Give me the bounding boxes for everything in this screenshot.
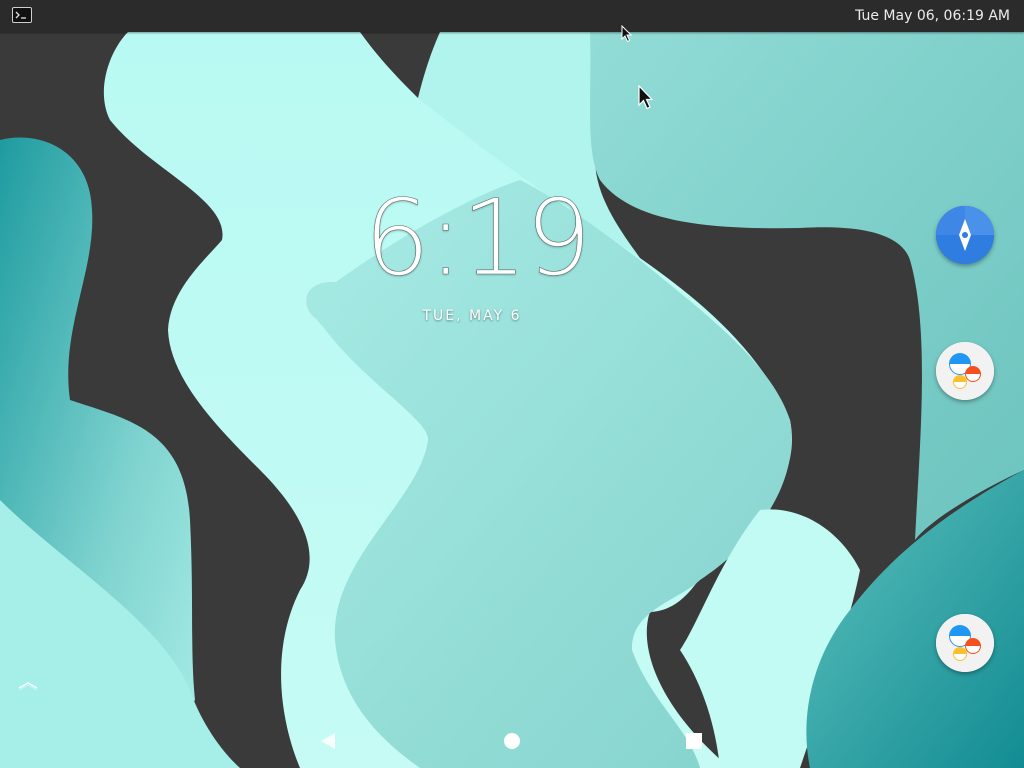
clock-widget-time[interactable]: 6:19: [364, 178, 592, 299]
terminal-prompt-glyph: [15, 11, 26, 19]
top-status-bar: Tue May 06, 06:19 AM: [0, 0, 1024, 32]
back-button[interactable]: [316, 729, 340, 753]
recents-square-icon: [686, 733, 702, 749]
messaging-app-icon-2[interactable]: [936, 614, 994, 672]
chevron-up-icon[interactable]: [16, 678, 40, 692]
compass-app-icon[interactable]: [936, 206, 994, 264]
status-datetime: Tue May 06, 06:19 AM: [855, 8, 1010, 24]
messaging-app-icon[interactable]: [936, 342, 994, 400]
terminal-icon[interactable]: [12, 7, 32, 23]
recents-button[interactable]: [682, 729, 706, 753]
home-circle-icon: [504, 733, 520, 749]
android-home-screen: Tue May 06, 06:19 AM 6:19 TUE, MAY 6: [0, 0, 1024, 768]
wallpaper: [0, 0, 1024, 768]
clock-widget-date[interactable]: TUE, MAY 6: [372, 306, 572, 326]
home-button[interactable]: [500, 729, 524, 753]
mouse-cursor-icon: [621, 25, 633, 43]
back-triangle-icon: [321, 733, 335, 749]
mouse-cursor-icon-2: [638, 85, 654, 110]
